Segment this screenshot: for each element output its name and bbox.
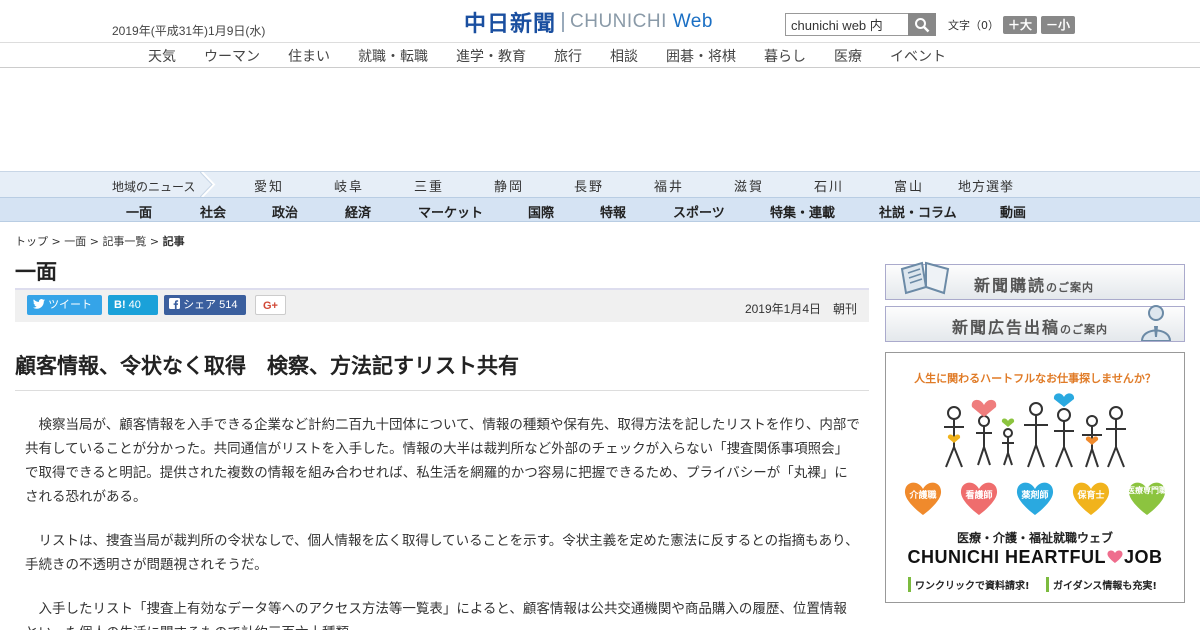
region-item[interactable]: 静岡 xyxy=(494,176,524,195)
advertising-banner-text: 新聞広告出稿のご案内 xyxy=(952,318,1109,337)
site-logo[interactable]: 中日新聞 CHUNICHI Web xyxy=(464,8,713,37)
category-item[interactable]: スポーツ xyxy=(673,202,725,221)
font-size-label: 文字（0） xyxy=(948,19,999,32)
tweet-button[interactable]: ツイート xyxy=(27,295,102,315)
topnav-item[interactable]: ウーマン xyxy=(204,46,260,66)
region-item[interactable]: 三重 xyxy=(414,176,444,195)
topnav-item[interactable]: 住まい xyxy=(288,46,330,66)
category-item[interactable]: 動画 xyxy=(1000,202,1026,221)
ad-tagline: 人生に関わるハートフルなお仕事探しませんか？ xyxy=(914,372,1156,385)
article-paragraph: 入手したリスト「捜査上有効なデータ等へのアクセス方法等一覧表」によると、顧客情報… xyxy=(25,601,847,630)
job-label: 看護師 xyxy=(965,491,993,501)
category-item[interactable]: 社会 xyxy=(200,202,226,221)
ad-feature: ガイダンス情報も充実! xyxy=(1046,577,1157,592)
advertising-banner[interactable]: 新聞広告出稿のご案内 xyxy=(885,305,1185,342)
font-smaller-button[interactable]: －小 xyxy=(1041,16,1076,34)
category-item[interactable]: 特集・連載 xyxy=(770,202,835,221)
topnav-item[interactable]: 進学・教育 xyxy=(456,46,526,66)
category-nav: 一面 社会 政治 経済 マーケット 国際 特報 スポーツ 特集・連載 社説・コラ… xyxy=(0,197,1200,222)
category-item[interactable]: 国際 xyxy=(528,202,554,221)
section-title: 一面 xyxy=(15,260,57,284)
category-item[interactable]: 一面 xyxy=(126,202,152,221)
facebook-icon xyxy=(169,298,180,309)
category-item[interactable]: マーケット xyxy=(418,202,483,221)
category-item[interactable]: 社説・コラム xyxy=(879,202,957,221)
site-search xyxy=(785,13,936,36)
family-illustration-icon xyxy=(944,393,1126,468)
breadcrumb-separator: > xyxy=(86,235,103,248)
article-headline: 顧客情報、令状なく取得 検察、方法記すリスト共有 xyxy=(15,354,519,378)
search-icon xyxy=(915,17,930,32)
breadcrumb-section[interactable]: 一面 xyxy=(64,235,86,248)
facebook-share-count: 514 xyxy=(219,299,238,311)
subscription-banner[interactable]: 新聞購読のご案内 xyxy=(885,261,1185,300)
region-label: 地域のニュース xyxy=(112,180,196,194)
job-label: 介護職 xyxy=(909,491,937,501)
ad-title-english: CHUNICHI HEARTFUL JOB xyxy=(907,547,1163,567)
breadcrumb: トップ > 一面 > 記事一覧 > 記事 xyxy=(15,233,185,249)
subscription-banner-text: 新聞購読のご案内 xyxy=(974,276,1095,295)
topnav-item[interactable]: 暮らし xyxy=(764,46,806,66)
article-paragraph: リストは、捜査当局が裁判所の令状なしで、個人情報を広く取得していることを示す。令… xyxy=(25,533,859,573)
share-bar: ツイート B! 40 シェア 514 G+ 2019年1月4日 朝刊 xyxy=(15,288,869,322)
hatena-bookmark-button[interactable]: B! 40 xyxy=(108,295,158,315)
category-item[interactable]: 政治 xyxy=(272,202,298,221)
topnav-item[interactable]: 就職・転職 xyxy=(358,46,428,66)
logo-english: CHUNICHI Web xyxy=(570,11,713,32)
logo-divider xyxy=(562,12,565,32)
businessman-icon xyxy=(1140,305,1172,341)
region-item[interactable]: 岐阜 xyxy=(334,176,364,195)
facebook-share-button[interactable]: シェア 514 xyxy=(164,295,246,315)
search-button[interactable] xyxy=(908,13,936,36)
region-item[interactable]: 富山 xyxy=(894,176,924,195)
topnav-item[interactable]: 旅行 xyxy=(554,46,582,66)
topnav-item[interactable]: 相談 xyxy=(610,46,638,66)
top-nav: 天気 ウーマン 住まい 就職・転職 進学・教育 旅行 相談 囲碁・将棋 暮らし … xyxy=(0,42,1200,68)
ad-space xyxy=(0,68,1200,171)
font-size-control: 文字（0） ＋大 －小 xyxy=(948,16,1076,34)
region-news-bar: 地域のニュース 愛知 岐阜 三重 静岡 長野 福井 滋賀 石川 富山 地方選挙 xyxy=(0,171,1200,197)
current-date: 2019年(平成31年)1月9日(水) xyxy=(112,24,266,38)
breadcrumb-list[interactable]: 記事一覧 xyxy=(102,235,146,248)
region-item[interactable]: 石川 xyxy=(814,176,844,195)
headline-divider xyxy=(15,390,869,391)
topnav-item[interactable]: イベント xyxy=(890,46,946,66)
ad-feature: ワンクリックで資料請求! xyxy=(908,577,1030,592)
job-label: 医療専門職 xyxy=(1127,486,1167,495)
category-item[interactable]: 特報 xyxy=(600,202,626,221)
search-input[interactable] xyxy=(785,13,908,36)
article-paragraph: 検察当局が、顧客情報を入手できる企業など計約二百九十団体について、情報の種類や保… xyxy=(25,417,860,505)
font-larger-button[interactable]: ＋大 xyxy=(1003,16,1038,34)
ad-title-japanese: 医療・介護・福祉就職ウェブ xyxy=(956,531,1113,545)
job-label: 保育士 xyxy=(1077,491,1105,501)
site-header: 2019年(平成31年)1月9日(水) 中日新聞 CHUNICHI Web 文字… xyxy=(0,0,1200,42)
region-item[interactable]: 長野 xyxy=(574,176,604,195)
hatena-count: 40 xyxy=(128,299,141,311)
heart-icon xyxy=(1128,482,1166,515)
heart-icon xyxy=(1107,550,1123,563)
region-item[interactable]: 地方選挙 xyxy=(958,176,1014,195)
job-label: 薬剤師 xyxy=(1021,491,1049,501)
category-item[interactable]: 経済 xyxy=(345,202,371,221)
topnav-item[interactable]: 医療 xyxy=(834,46,862,66)
newspaper-icon xyxy=(900,261,950,295)
facebook-share-label: シェア xyxy=(183,299,217,311)
twitter-bird-icon xyxy=(33,299,45,309)
hatena-bookmark-icon: B! xyxy=(114,299,126,311)
topnav-item[interactable]: 天気 xyxy=(148,46,176,66)
breadcrumb-top[interactable]: トップ xyxy=(15,235,48,248)
tweet-label: ツイート xyxy=(48,299,93,311)
region-item[interactable]: 愛知 xyxy=(254,176,284,195)
topnav-item[interactable]: 囲碁・将棋 xyxy=(666,46,736,66)
publish-date: 2019年1月4日 朝刊 xyxy=(744,302,857,316)
logo-japanese: 中日新聞 xyxy=(464,12,557,37)
breadcrumb-separator: > xyxy=(146,235,163,248)
breadcrumb-current: 記事 xyxy=(162,235,185,248)
heartful-job-ad[interactable]: 人生に関わるハートフルなお仕事探しませんか？ 介護職 看護師 薬剤師 保育士 医… xyxy=(885,352,1185,603)
region-item[interactable]: 滋賀 xyxy=(734,176,764,195)
google-plus-button[interactable]: G+ xyxy=(255,295,286,315)
breadcrumb-separator: > xyxy=(48,235,65,248)
region-item[interactable]: 福井 xyxy=(654,176,684,195)
chevron-right-icon xyxy=(200,172,216,197)
